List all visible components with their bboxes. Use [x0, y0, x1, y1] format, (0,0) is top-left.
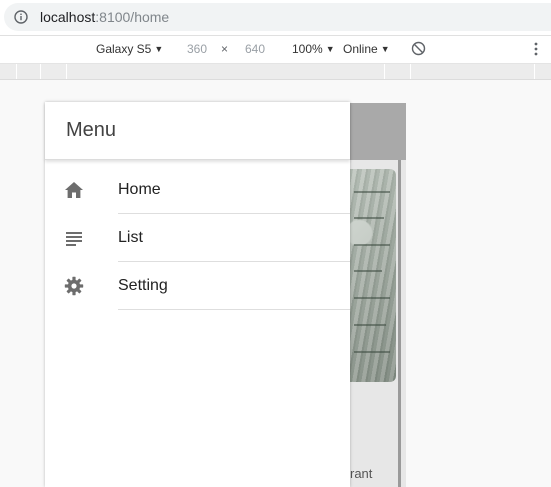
- menu-title: Menu: [66, 119, 117, 141]
- chevron-down-icon: ▼: [380, 44, 390, 54]
- device-select[interactable]: Galaxy S5 ▼: [96, 42, 163, 56]
- home-icon: [65, 182, 83, 198]
- zoom-value: 100%: [292, 42, 323, 56]
- height-input[interactable]: 640: [245, 42, 265, 56]
- menu-item-label: Setting: [118, 262, 350, 310]
- media-query-ruler: [0, 64, 551, 80]
- network-throttle-select[interactable]: Online ▼: [343, 42, 390, 56]
- menu-item-label: Home: [118, 166, 350, 214]
- background-page-header: [350, 103, 406, 160]
- menu-item-list[interactable]: List: [45, 214, 350, 262]
- width-input[interactable]: 360: [187, 42, 207, 56]
- dimension-separator: ×: [221, 42, 229, 56]
- device-name: Galaxy S5: [96, 42, 152, 56]
- rotate-icon[interactable]: [411, 41, 426, 56]
- side-menu: Menu Home List Setting: [45, 102, 350, 487]
- menu-item-label: List: [118, 214, 350, 262]
- more-options-icon[interactable]: [533, 42, 539, 56]
- background-page: rant: [350, 103, 406, 487]
- url-path: :8100/home: [95, 9, 170, 25]
- card-image: [350, 169, 396, 382]
- device-viewport: rant Menu Home List Setting: [0, 80, 551, 487]
- menu-header: Menu: [45, 102, 350, 160]
- zoom-select[interactable]: 100% ▼: [292, 42, 335, 56]
- device-toolbar: Galaxy S5 ▼ 360 × 640 100% ▼ Online ▼: [0, 36, 551, 64]
- browser-address-bar: localhost:8100/home: [0, 0, 551, 36]
- chevron-down-icon: ▼: [154, 44, 164, 54]
- network-value: Online: [343, 42, 378, 56]
- info-icon[interactable]: [14, 10, 28, 24]
- chevron-down-icon: ▼: [325, 44, 335, 54]
- settings-icon: [64, 276, 84, 296]
- url-text[interactable]: localhost:8100/home: [40, 9, 169, 25]
- background-divider: [398, 160, 401, 487]
- card-text: rant: [350, 466, 373, 481]
- url-field[interactable]: localhost:8100/home: [4, 3, 551, 31]
- menu-item-home[interactable]: Home: [45, 166, 350, 214]
- menu-item-setting[interactable]: Setting: [45, 262, 350, 310]
- url-host: localhost: [40, 9, 96, 25]
- list-icon: [66, 232, 82, 246]
